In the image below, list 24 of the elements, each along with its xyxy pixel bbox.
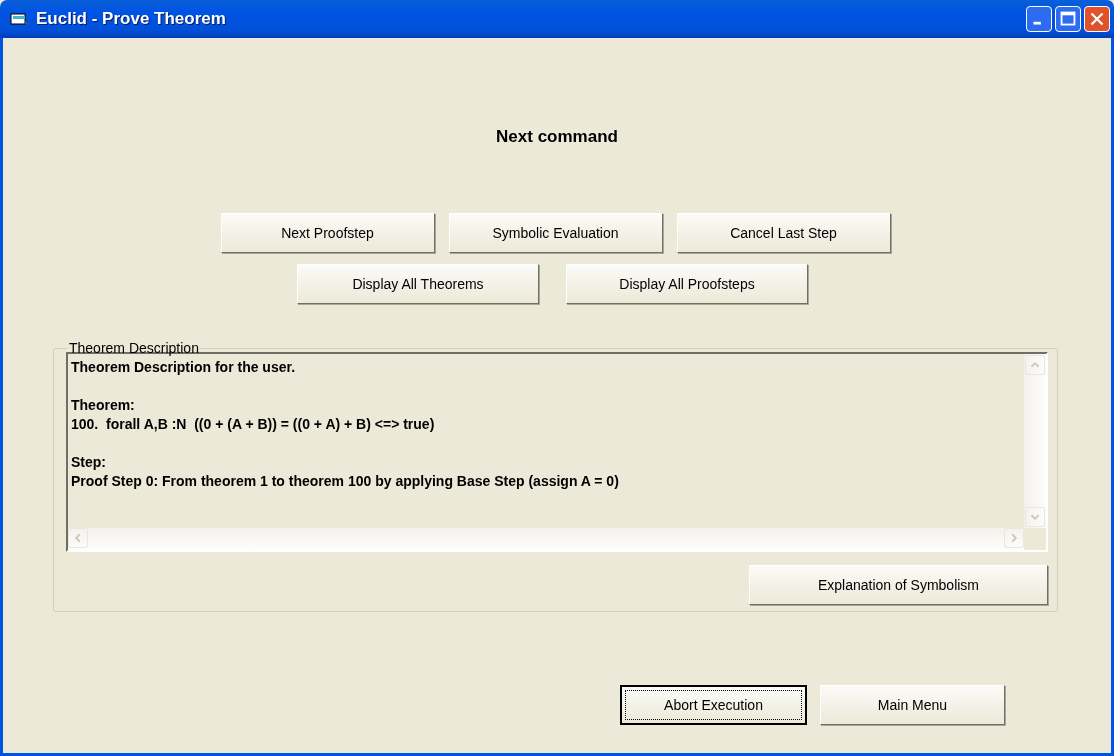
text-line: Proof Step 0: From theorem 1 to theorem 100 by applying Base Step (assign A = 0) bbox=[71, 472, 620, 491]
command-button[interactable]: Display All Proofsteps bbox=[566, 264, 808, 304]
text-line: Step: bbox=[71, 453, 107, 472]
command-button[interactable]: Cancel Last Step bbox=[676, 213, 891, 253]
text-line: Theorem: bbox=[71, 396, 136, 415]
close-button[interactable] bbox=[1084, 6, 1110, 32]
text-line: Theorem Description for the user. bbox=[71, 358, 297, 377]
group-label: Theorem Description bbox=[68, 340, 200, 356]
window-title: Euclid - Prove Theorem bbox=[36, 9, 227, 29]
scroll-up-button[interactable] bbox=[1025, 355, 1045, 375]
scroll-down-button[interactable] bbox=[1025, 507, 1045, 527]
maximize-button[interactable] bbox=[1055, 6, 1081, 32]
command-button[interactable]: Next Proofstep bbox=[220, 213, 435, 253]
minimize-button[interactable] bbox=[1026, 6, 1052, 32]
folder-icon bbox=[10, 12, 28, 26]
abort-button[interactable]: Abort Execution bbox=[620, 685, 807, 725]
section-heading: Next command bbox=[495, 126, 619, 148]
explanation-button[interactable]: Explanation of Symbolism bbox=[749, 565, 1048, 605]
scroll-left-button[interactable] bbox=[68, 528, 88, 548]
command-button[interactable]: Symbolic Evaluation bbox=[448, 213, 663, 253]
text-line: 100. forall A,B :N ((0 + (A + B)) = ((0 + A) + B) <=> true) bbox=[71, 415, 436, 434]
menu-button[interactable]: Main Menu bbox=[820, 685, 1005, 725]
command-button[interactable]: Display All Theorems bbox=[297, 264, 539, 304]
scroll-right-button[interactable] bbox=[1004, 528, 1024, 548]
